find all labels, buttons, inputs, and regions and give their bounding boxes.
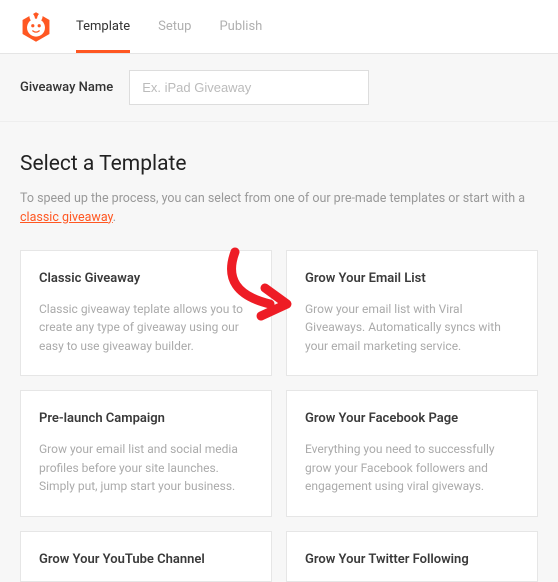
card-desc: Grow your email list with Viral Giveaway… bbox=[305, 300, 519, 356]
classic-giveaway-link[interactable]: classic giveaway bbox=[20, 210, 113, 225]
card-title: Grow Your Email List bbox=[305, 271, 519, 286]
top-bar: Template Setup Publish bbox=[0, 0, 558, 54]
section-title: Select a Template bbox=[20, 152, 538, 176]
template-card-grow-email-list[interactable]: Grow Your Email List Grow your email lis… bbox=[286, 250, 538, 377]
wizard-tabs: Template Setup Publish bbox=[76, 0, 262, 53]
template-grid: Classic Giveaway Classic giveaway teplat… bbox=[20, 250, 538, 582]
subtitle-pre: To speed up the process, you can select … bbox=[20, 191, 525, 206]
card-desc: Everything you need to successfully grow… bbox=[305, 440, 519, 496]
tab-publish[interactable]: Publish bbox=[219, 0, 262, 53]
card-title: Classic Giveaway bbox=[39, 271, 253, 286]
section-subtitle: To speed up the process, you can select … bbox=[20, 190, 538, 228]
tab-template[interactable]: Template bbox=[76, 0, 130, 53]
giveaway-name-label: Giveaway Name bbox=[20, 80, 113, 95]
template-card-pre-launch[interactable]: Pre-launch Campaign Grow your email list… bbox=[20, 390, 272, 517]
card-title: Grow Your YouTube Channel bbox=[39, 552, 253, 567]
template-card-classic-giveaway[interactable]: Classic Giveaway Classic giveaway teplat… bbox=[20, 250, 272, 377]
card-desc: Grow your email list and social media pr… bbox=[39, 440, 253, 496]
tab-setup[interactable]: Setup bbox=[158, 0, 191, 53]
template-content: Select a Template To speed up the proces… bbox=[0, 122, 558, 582]
template-card-grow-facebook[interactable]: Grow Your Facebook Page Everything you n… bbox=[286, 390, 538, 517]
subtitle-post: . bbox=[113, 210, 116, 225]
giveaway-name-input[interactable] bbox=[129, 70, 369, 105]
logo-icon bbox=[20, 11, 52, 43]
template-card-grow-twitter[interactable]: Grow Your Twitter Following bbox=[286, 531, 538, 582]
card-title: Pre-launch Campaign bbox=[39, 411, 253, 426]
card-title: Grow Your Twitter Following bbox=[305, 552, 519, 567]
template-card-grow-youtube[interactable]: Grow Your YouTube Channel bbox=[20, 531, 272, 582]
card-title: Grow Your Facebook Page bbox=[305, 411, 519, 426]
card-desc: Classic giveaway teplate allows you to c… bbox=[39, 300, 253, 356]
giveaway-name-section: Giveaway Name bbox=[0, 54, 558, 122]
